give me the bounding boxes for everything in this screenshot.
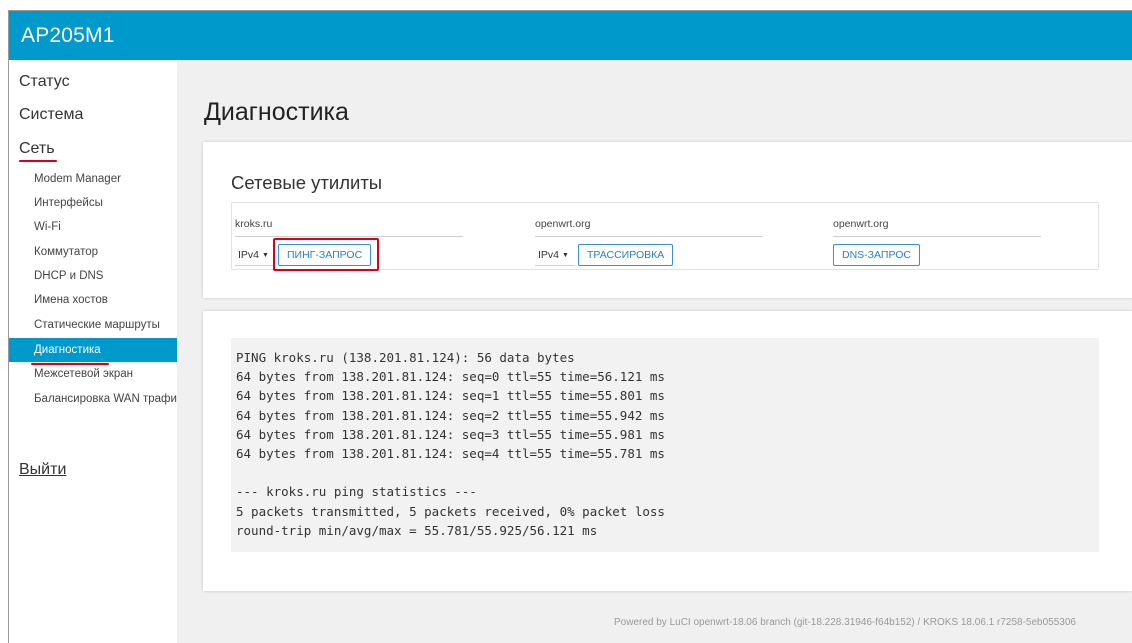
sidebar-item-diagnostics[interactable]: Диагностика bbox=[9, 338, 177, 362]
menu-system[interactable]: Система bbox=[19, 106, 83, 124]
section-title: Сетевые утилиты bbox=[231, 172, 383, 193]
dns-host-underline bbox=[833, 236, 1041, 237]
sidebar-item-hostnames[interactable]: Имена хостов bbox=[9, 288, 177, 312]
output-line: 64 bytes from 138.201.81.124: seq=4 ttl=… bbox=[236, 446, 665, 462]
sidebar-item-dhcp-dns[interactable]: DHCP и DNS bbox=[9, 264, 177, 288]
chevron-down-icon: ▼ bbox=[562, 252, 569, 259]
output-line: 64 bytes from 138.201.81.124: seq=3 ttl=… bbox=[236, 426, 665, 442]
output-line: PING kroks.ru (138.201.81.124): 56 data … bbox=[236, 350, 575, 365]
sidebar-item-interfaces[interactable]: Интерфейсы bbox=[9, 191, 177, 215]
ping-protocol-select[interactable]: IPv4 ▼ bbox=[235, 244, 275, 266]
sidebar-item-wan-balancing[interactable]: Балансировка WAN трафика bbox=[9, 387, 177, 411]
annotation-underline-network bbox=[19, 160, 57, 162]
ping-host-underline bbox=[235, 236, 463, 237]
output-line: --- kroks.ru ping statistics --- bbox=[236, 484, 477, 500]
sidebar-item-static-routes[interactable]: Статические маршруты bbox=[9, 313, 177, 337]
browser-frame: AP205M1 Статус Система Сеть Modem Manage… bbox=[8, 10, 1132, 643]
output-line: round-trip min/avg/max = 55.781/55.925/5… bbox=[236, 522, 598, 538]
traceroute-host-underline bbox=[535, 236, 763, 237]
top-header: AP205M1 bbox=[9, 11, 1132, 60]
traceroute-protocol-select[interactable]: IPv4 ▼ bbox=[535, 244, 575, 266]
page-title: Диагностика bbox=[204, 98, 349, 126]
sidebar-item-wifi[interactable]: Wi-Fi bbox=[9, 215, 177, 239]
dns-lookup-button[interactable]: DNS-ЗАПРОС bbox=[833, 244, 920, 266]
chevron-down-icon: ▼ bbox=[262, 252, 269, 259]
sidebar-item-modem-manager[interactable]: Modem Manager bbox=[9, 167, 177, 191]
app-title[interactable]: AP205M1 bbox=[21, 24, 115, 48]
output-card: PING kroks.ru (138.201.81.124): 56 data … bbox=[203, 311, 1132, 591]
sidebar-item-firewall[interactable]: Межсетевой экран bbox=[9, 362, 177, 386]
footer-text: Powered by LuCI openwrt-18.06 branch (gi… bbox=[614, 617, 1076, 628]
dns-host-value[interactable]: openwrt.org bbox=[833, 218, 888, 230]
sidebar: Статус Система Сеть Modem Manager Интерф… bbox=[9, 60, 177, 643]
logout-link[interactable]: Выйти bbox=[19, 461, 66, 479]
main-content: Диагностика Сетевые утилиты kroks.ru IPv… bbox=[177, 60, 1132, 643]
traceroute-protocol-value: IPv4 bbox=[538, 249, 560, 261]
menu-network[interactable]: Сеть bbox=[19, 140, 55, 158]
network-tools-card: Сетевые утилиты kroks.ru IPv4 ▼ ПИНГ-ЗАПР… bbox=[203, 142, 1132, 298]
traceroute-host-value[interactable]: openwrt.org bbox=[535, 218, 590, 230]
tools-row: kroks.ru IPv4 ▼ ПИНГ-ЗАПРОС openwrt.org I… bbox=[231, 202, 1099, 271]
output-line: 64 bytes from 138.201.81.124: seq=2 ttl=… bbox=[236, 407, 665, 423]
command-output: PING kroks.ru (138.201.81.124): 56 data … bbox=[231, 338, 1099, 552]
menu-status[interactable]: Статус bbox=[19, 73, 70, 91]
output-line: 64 bytes from 138.201.81.124: seq=0 ttl=… bbox=[236, 369, 665, 385]
annotation-highlight-ping bbox=[273, 238, 379, 271]
traceroute-button[interactable]: ТРАССИРОВКА bbox=[578, 244, 674, 266]
output-line: 5 packets transmitted, 5 packets receive… bbox=[236, 503, 665, 519]
sidebar-item-switch[interactable]: Коммутатор bbox=[9, 240, 177, 264]
output-line: 64 bytes from 138.201.81.124: seq=1 ttl=… bbox=[236, 388, 665, 404]
ping-protocol-value: IPv4 bbox=[238, 249, 260, 261]
ping-host-value[interactable]: kroks.ru bbox=[235, 218, 272, 230]
